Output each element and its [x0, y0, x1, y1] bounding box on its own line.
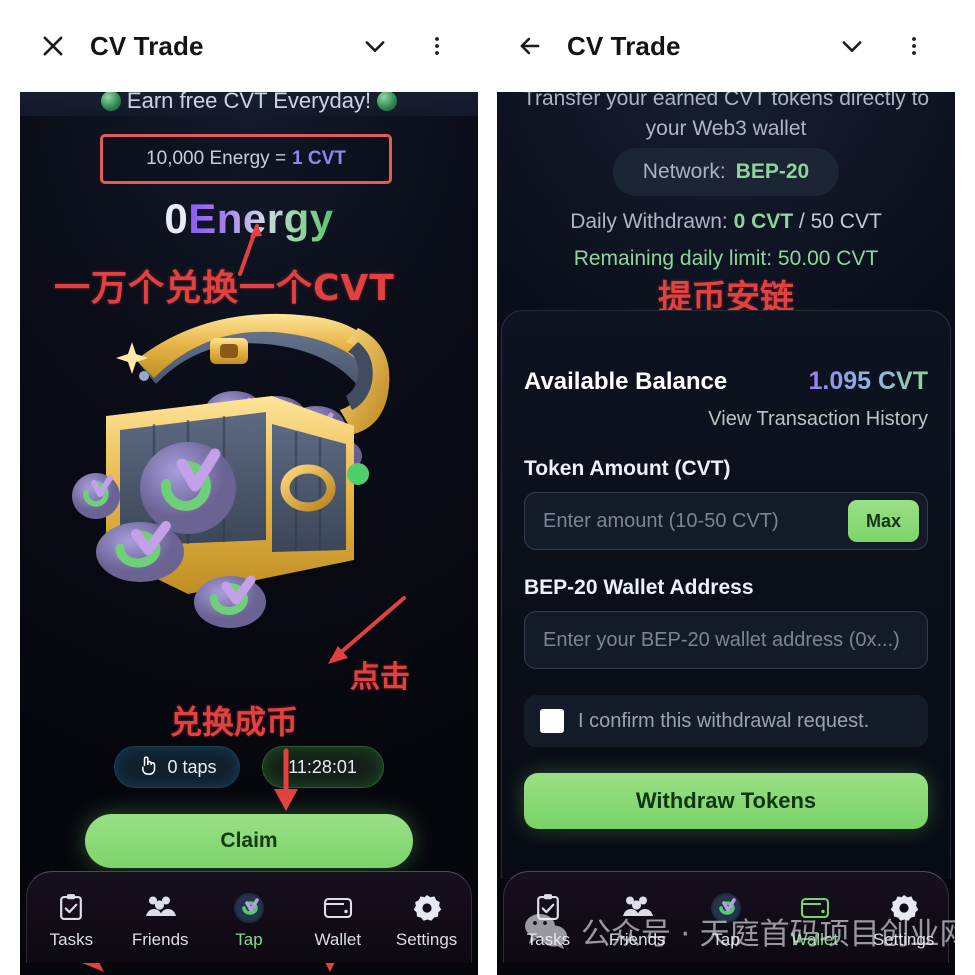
rate-value: 1 CVT — [292, 148, 346, 169]
chevron-down-icon[interactable] — [829, 23, 875, 69]
gear-icon — [410, 892, 444, 924]
nav-item-tap[interactable]: Tap — [686, 892, 766, 950]
view-transaction-history-link[interactable]: View Transaction History — [524, 408, 928, 431]
right-appbar: CV Trade — [497, 0, 955, 92]
wallet-address-field[interactable] — [524, 611, 928, 669]
nav-label-wallet: Wallet — [314, 929, 362, 949]
network-chip: Network: BEP-20 — [612, 148, 840, 196]
annotation-text-tap: 点击 — [350, 660, 410, 695]
token-amount-input[interactable] — [543, 509, 848, 533]
right-appbar-actions — [829, 23, 937, 69]
coin-bead-icon — [100, 92, 121, 111]
right-screen: Transfer your earned CVT tokens directly… — [497, 92, 955, 975]
energy-rate-box: 10,000 Energy = 1 CVT — [100, 134, 392, 184]
people-group-icon — [143, 892, 177, 924]
token-amount-field[interactable]: Max — [524, 492, 928, 550]
nav-item-tap[interactable]: Tap — [209, 892, 289, 950]
withdraw-tokens-button[interactable]: Withdraw Tokens — [524, 773, 928, 829]
energy-word: Energy — [188, 195, 334, 242]
timer-label: 11:28:01 — [288, 756, 357, 777]
gear-icon — [887, 892, 921, 924]
available-balance-value: 1.095 CVT — [808, 367, 928, 395]
confirm-checkbox-label: I confirm this withdrawal request. — [578, 709, 870, 732]
daily-withdrawn-value: 0 CVT — [733, 210, 794, 233]
countdown-timer-pill: 11:28:01 — [261, 746, 384, 788]
max-button[interactable]: Max — [847, 500, 919, 542]
back-arrow-icon[interactable] — [507, 23, 553, 69]
nav-label-tasks: Tasks — [526, 929, 571, 949]
wallet-address-label: BEP-20 Wallet Address — [524, 576, 754, 599]
confirm-withdrawal-row[interactable]: I confirm this withdrawal request. — [524, 695, 928, 747]
taps-counter-pill: 0 taps — [114, 746, 240, 788]
withdraw-card: Available Balance 1.095 CVT View Transac… — [501, 310, 951, 879]
nav-label-wallet: Wallet — [791, 929, 839, 949]
daily-withdrawn-label: Daily Withdrawn: — [570, 210, 734, 233]
available-balance-row: Available Balance 1.095 CVT — [524, 367, 928, 396]
daily-withdrawn-separator: / — [793, 210, 811, 233]
wallet-icon — [321, 892, 355, 924]
right-phone-panel: CV Trade Transfer your earned CVT tokens… — [497, 0, 955, 975]
claim-button[interactable]: Claim — [85, 814, 413, 868]
nav-label-tap: Tap — [235, 929, 263, 949]
pointing-hand-icon — [137, 754, 157, 781]
left-appbar: CV Trade — [20, 0, 478, 92]
overflow-menu-icon[interactable] — [891, 23, 937, 69]
remaining-limit-stat: Remaining daily limit: 50.00 CVT — [573, 247, 879, 270]
nav-item-friends[interactable]: Friends — [597, 892, 677, 950]
daily-withdrawn-limit: 50 CVT — [810, 210, 882, 233]
nav-item-tasks[interactable]: Tasks — [31, 892, 111, 950]
nav-label-friends: Friends — [131, 929, 189, 949]
left-appbar-actions — [352, 23, 460, 69]
treasure-chest-illustration[interactable] — [58, 298, 440, 628]
nav-label-tap: Tap — [712, 929, 740, 949]
nav-item-settings[interactable]: Settings — [864, 892, 944, 950]
withdraw-subtitle: Transfer your earned CVT tokens directly… — [522, 92, 930, 140]
stats-pill-row: 0 taps 11:28:01 — [20, 746, 478, 788]
overflow-menu-icon[interactable] — [414, 23, 460, 69]
cvt-coin-icon — [232, 892, 266, 924]
nav-item-wallet[interactable]: Wallet — [298, 892, 378, 950]
nav-item-friends[interactable]: Friends — [120, 892, 200, 950]
clipboard-check-icon — [531, 892, 565, 924]
nav-label-settings: Settings — [872, 929, 935, 949]
wallet-address-input[interactable] — [543, 628, 909, 652]
left-app-title: CV Trade — [90, 30, 204, 61]
banner-text: Earn free CVT Everyday! — [126, 92, 372, 113]
network-label: Network: — [642, 160, 726, 183]
nav-item-tasks[interactable]: Tasks — [508, 892, 588, 950]
confirm-checkbox[interactable] — [540, 709, 564, 733]
right-bottom-nav: Tasks Friends Tap Wallet Settings — [503, 871, 949, 963]
rate-prefix: 10,000 Energy = — [146, 148, 287, 169]
annotation-text-exchange: 兑换成币 — [170, 703, 299, 741]
token-amount-label: Token Amount (CVT) — [524, 457, 731, 480]
nav-label-tasks: Tasks — [49, 929, 94, 949]
clipboard-check-icon — [54, 892, 88, 924]
coin-bead-icon — [377, 92, 398, 111]
energy-number: 0 — [164, 195, 189, 242]
screenshot-root: CV Trade Earn free CVT Everyday! 10,000 … — [0, 0, 975, 975]
daily-withdrawn-stat: Daily Withdrawn: 0 CVT / 50 CVT — [497, 210, 955, 234]
people-group-icon — [620, 892, 654, 924]
right-app-title: CV Trade — [567, 30, 681, 61]
nav-item-settings[interactable]: Settings — [387, 892, 467, 950]
network-value: BEP-20 — [735, 160, 810, 183]
left-bottom-nav: Tasks Friends Tap Wallet Settings — [26, 871, 472, 963]
nav-label-settings: Settings — [395, 929, 458, 949]
earn-free-banner: Earn free CVT Everyday! — [20, 92, 478, 116]
energy-counter: 0Energy — [20, 195, 478, 243]
wallet-icon — [798, 892, 832, 924]
nav-item-wallet[interactable]: Wallet — [775, 892, 855, 950]
nav-label-friends: Friends — [608, 929, 666, 949]
left-phone-panel: CV Trade Earn free CVT Everyday! 10,000 … — [20, 0, 478, 975]
available-balance-label: Available Balance — [524, 367, 728, 395]
cvt-coin-icon — [709, 892, 743, 924]
taps-count-label: 0 taps — [167, 756, 217, 777]
chevron-down-icon[interactable] — [352, 23, 398, 69]
close-icon[interactable] — [30, 23, 76, 69]
left-screen: Earn free CVT Everyday! 10,000 Energy = … — [20, 92, 478, 975]
